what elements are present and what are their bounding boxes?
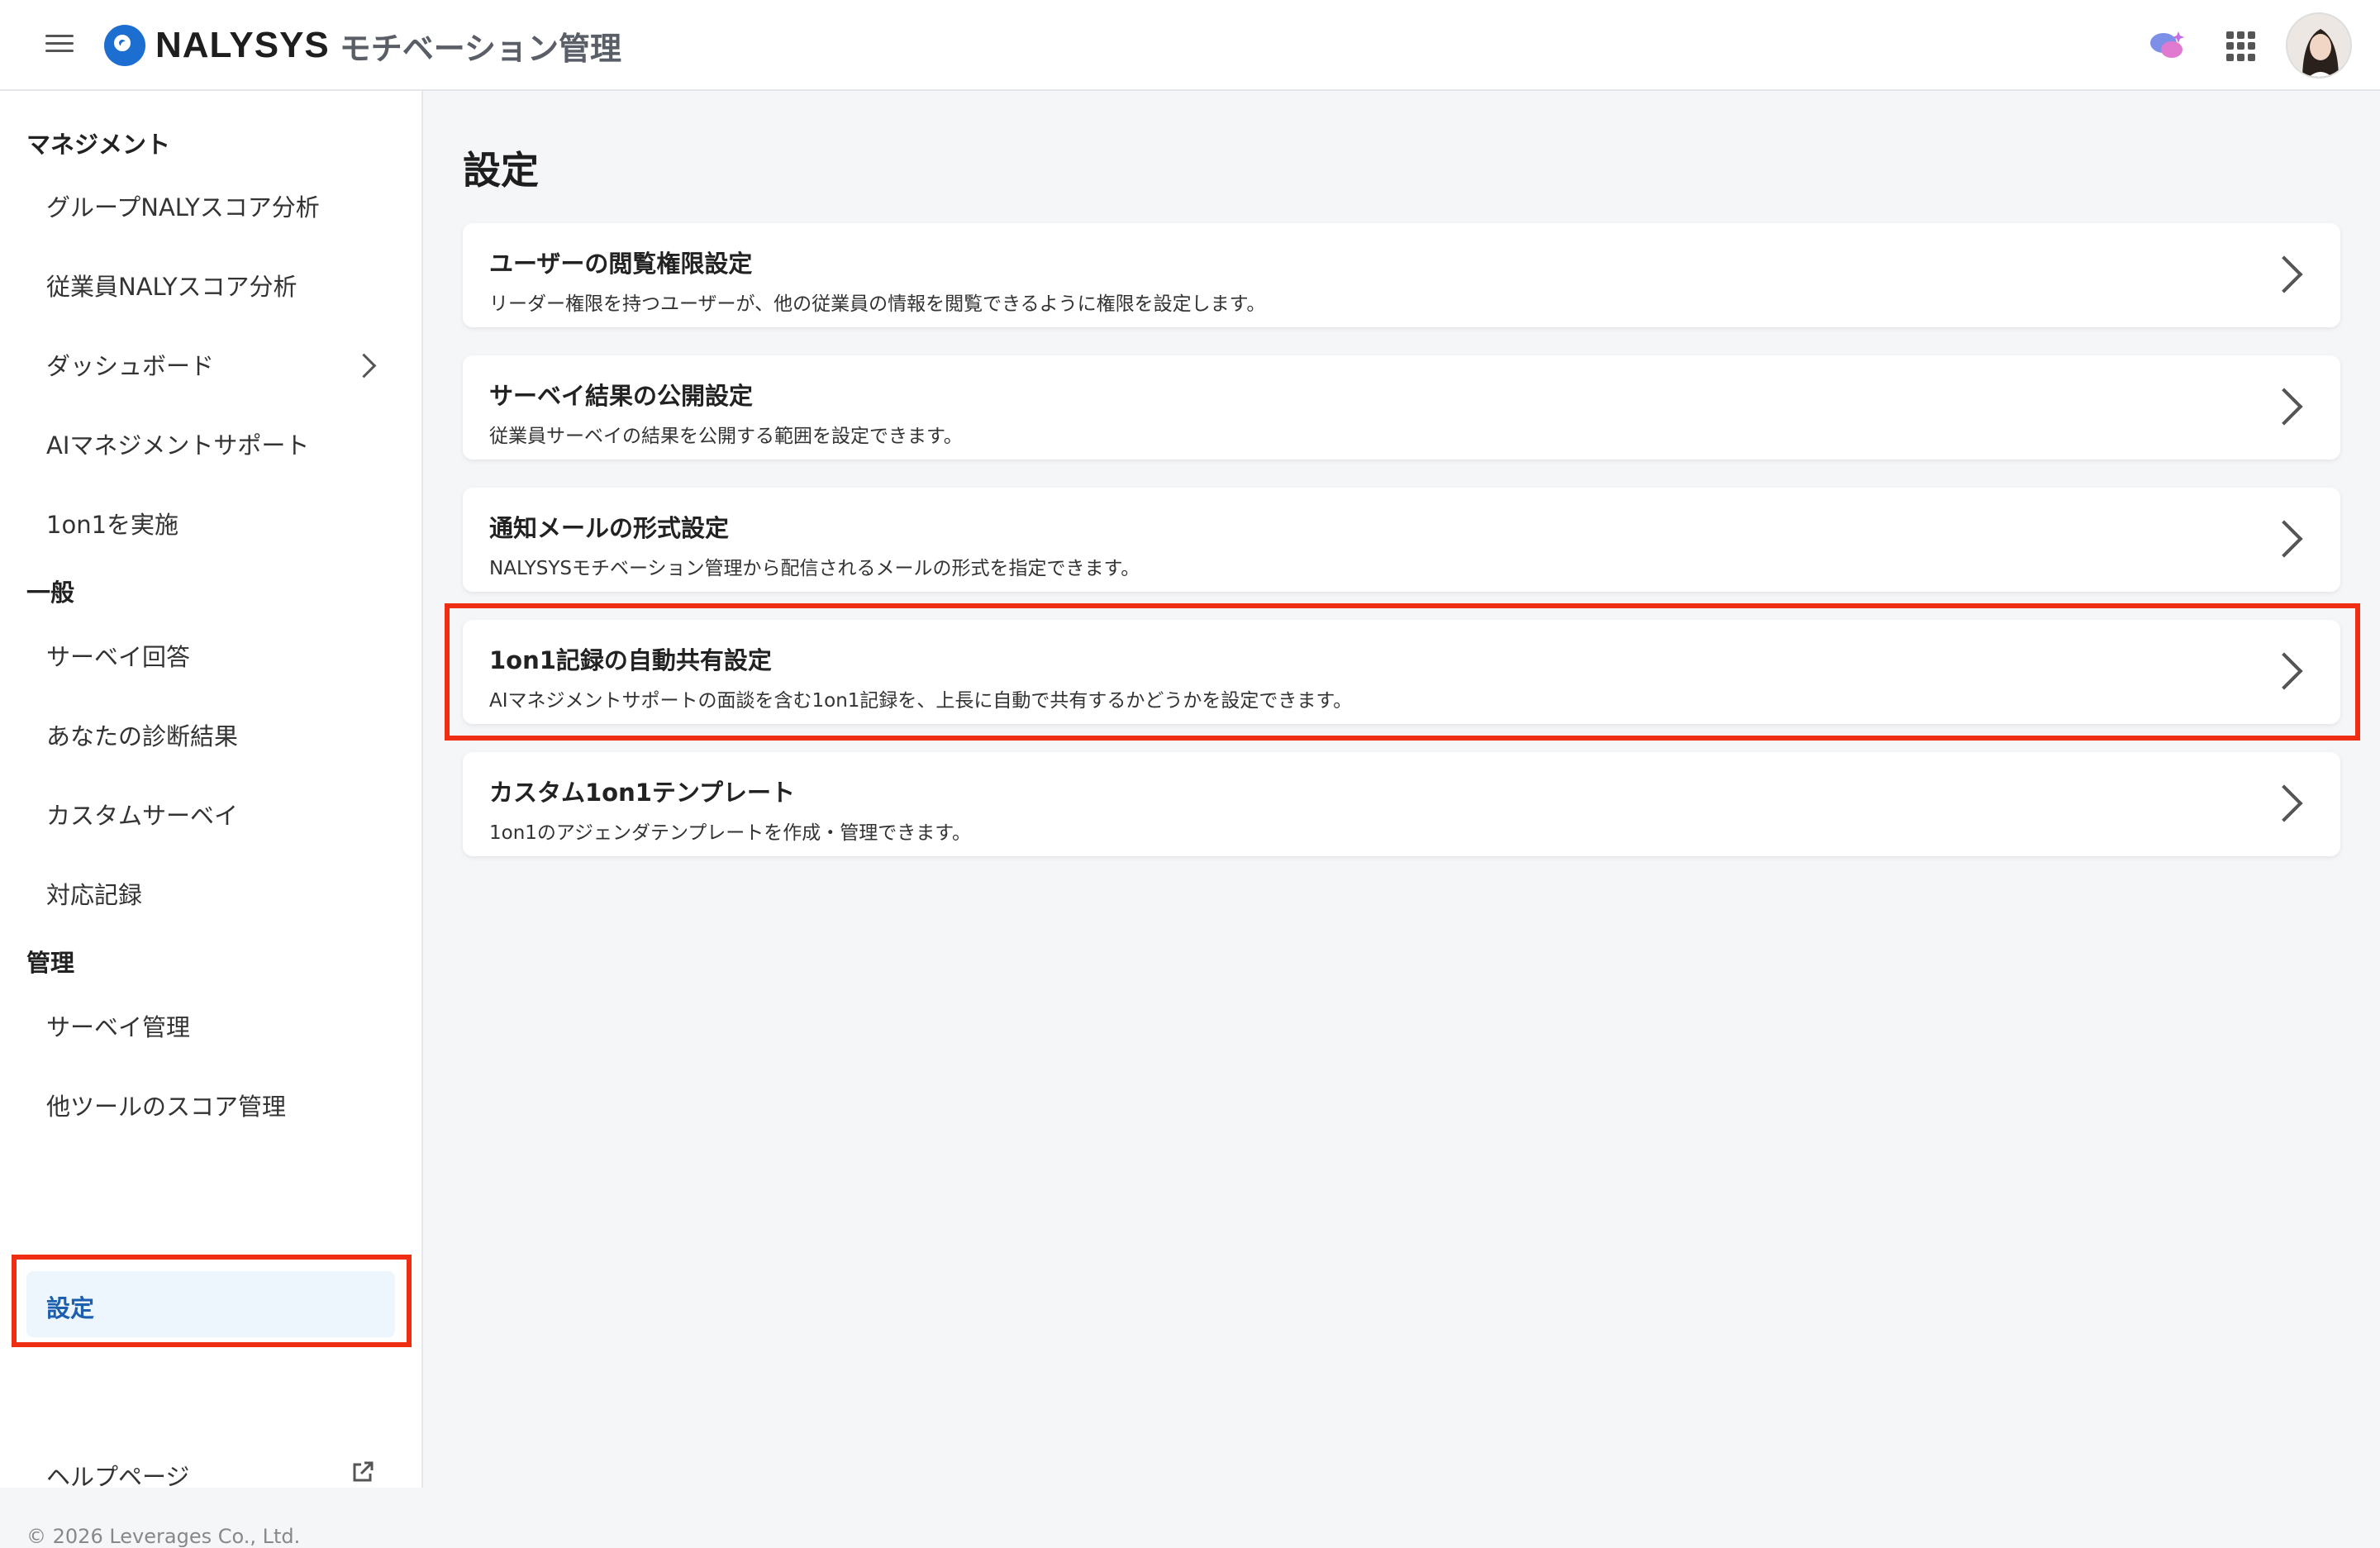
chevron-right-icon [351, 353, 377, 379]
sidebar: マネジメント グループNALYスコア分析 従業員NALYスコア分析 ダッシュボー… [0, 91, 423, 1548]
card-description: リーダー権限を持つユーザーが、他の従業員の情報を閲覧できるように権限を設定します… [489, 293, 1266, 315]
card-description: 従業員サーベイの結果を公開する範囲を設定できます。 [489, 426, 963, 447]
settings-card-1on1-auto-share[interactable]: 1on1記録の自動共有設定 AIマネジメントサポートの面談を含む1on1記録を、… [463, 620, 2340, 724]
sidebar-item-group-score[interactable]: グループNALYスコア分析 [46, 188, 320, 223]
chevron-right-icon [2265, 255, 2303, 293]
sidebar-item-diagnosis[interactable]: あなたの診断結果 [46, 717, 238, 752]
sidebar-item-dashboard[interactable]: ダッシュボード [46, 347, 214, 382]
logo-icon [104, 25, 145, 66]
chevron-right-icon [2265, 652, 2303, 690]
page-title: 設定 [463, 148, 539, 193]
sidebar-item-1on1[interactable]: 1on1を実施 [46, 506, 178, 541]
card-title: サーベイ結果の公開設定 [489, 382, 754, 410]
section-title-admin: 管理 [26, 949, 75, 977]
sidebar-item-custom-survey[interactable]: カスタムサーベイ [46, 797, 238, 831]
section-title-management: マネジメント [26, 131, 171, 159]
chat-sparkle-icon[interactable] [2149, 28, 2187, 63]
card-description: AIマネジメントサポートの面談を含む1on1記録を、上長に自動で共有するかどうか… [489, 690, 1353, 712]
apps-grid-icon[interactable] [2226, 31, 2256, 61]
chevron-right-icon [2265, 520, 2303, 558]
menu-icon[interactable] [43, 30, 76, 60]
settings-card-view-permission[interactable]: ユーザーの閲覧権限設定 リーダー権限を持つユーザーが、他の従業員の情報を閲覧でき… [463, 223, 2340, 327]
app-logo[interactable]: NALYSYS モチベーション管理 [104, 21, 621, 69]
card-title: ユーザーの閲覧権限設定 [489, 250, 753, 278]
avatar[interactable] [2286, 12, 2352, 79]
sidebar-item-survey-admin[interactable]: サーベイ管理 [46, 1008, 190, 1043]
card-title: カスタム1on1テンプレート [489, 779, 796, 807]
logo-brand: NALYSYS [155, 25, 330, 65]
sidebar-item-ai-support[interactable]: AIマネジメントサポート [46, 426, 309, 461]
sidebar-item-other-tools[interactable]: 他ツールのスコア管理 [46, 1088, 286, 1122]
sidebar-item-label: 設定 [46, 1294, 95, 1322]
copyright: © 2026 Leverages Co., Ltd. [26, 1525, 301, 1548]
settings-card-custom-template[interactable]: カスタム1on1テンプレート 1on1のアジェンダテンプレートを作成・管理できま… [463, 752, 2340, 856]
card-title: 通知メールの形式設定 [489, 514, 730, 542]
external-link-icon[interactable] [350, 1460, 375, 1484]
card-description: 1on1のアジェンダテンプレートを作成・管理できます。 [489, 822, 972, 844]
sidebar-item-records[interactable]: 対応記録 [46, 876, 142, 911]
settings-card-mail-format[interactable]: 通知メールの形式設定 NALYSYSモチベーション管理から配信されるメールの形式… [463, 488, 2340, 592]
sidebar-item-survey-answer[interactable]: サーベイ回答 [46, 638, 190, 673]
top-header: NALYSYS モチベーション管理 [0, 0, 2380, 91]
sidebar-item-settings[interactable]: 設定 [26, 1271, 395, 1337]
settings-card-survey-publish[interactable]: サーベイ結果の公開設定 従業員サーベイの結果を公開する範囲を設定できます。 [463, 355, 2340, 460]
card-description: NALYSYSモチベーション管理から配信されるメールの形式を指定できます。 [489, 558, 1140, 579]
card-title: 1on1記録の自動共有設定 [489, 646, 772, 674]
section-title-general: 一般 [26, 579, 75, 607]
chevron-right-icon [2265, 388, 2303, 426]
logo-product: モチベーション管理 [339, 30, 622, 67]
sidebar-item-employee-score[interactable]: 従業員NALYスコア分析 [46, 268, 298, 302]
chevron-right-icon [2265, 784, 2303, 822]
